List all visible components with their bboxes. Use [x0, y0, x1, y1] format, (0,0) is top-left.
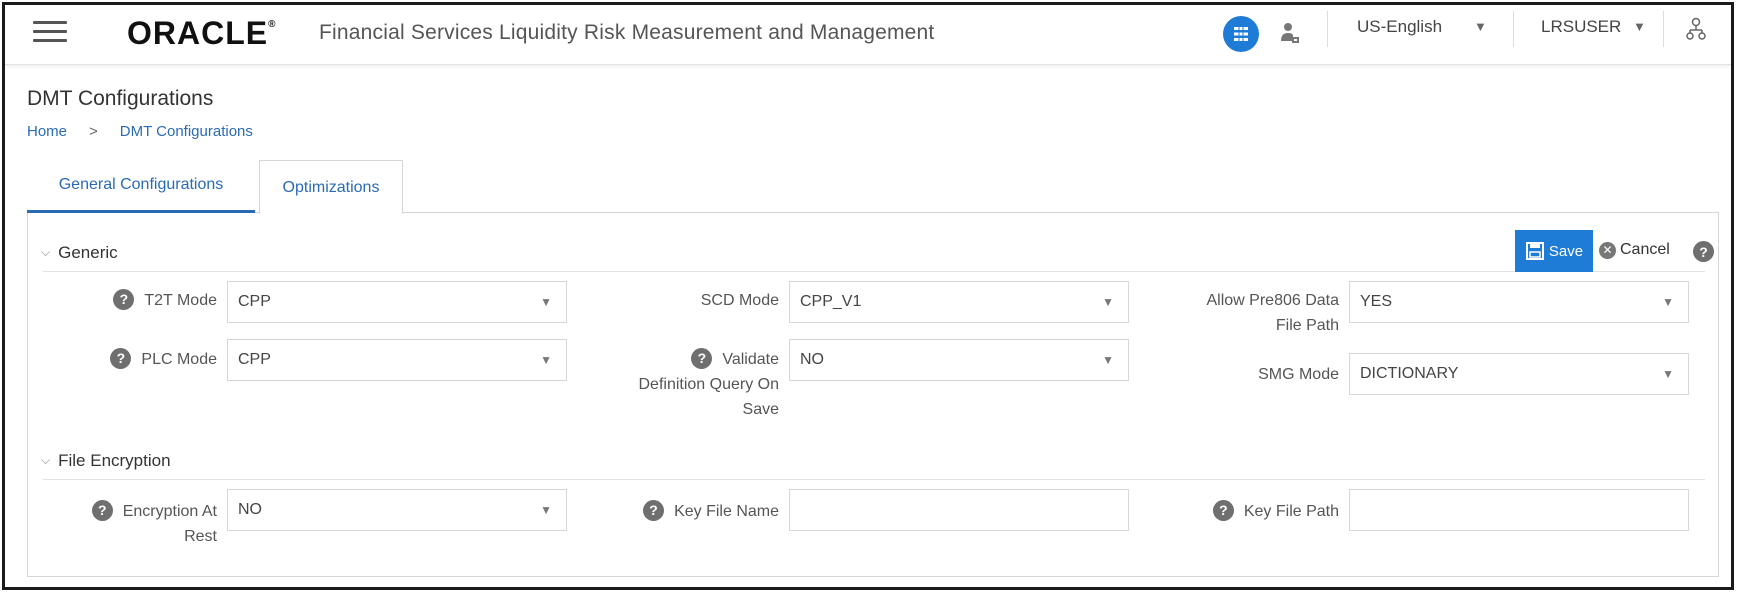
- help-icon[interactable]: ?: [1212, 500, 1234, 522]
- header-separator: [1513, 11, 1514, 47]
- smg-mode-label: SMG Mode: [1258, 366, 1339, 383]
- caret-down-icon: ▼: [1662, 367, 1674, 381]
- user-admin-icon[interactable]: [1279, 21, 1301, 47]
- cancel-icon: ✕: [1599, 241, 1616, 259]
- key-file-path-input[interactable]: [1349, 489, 1689, 531]
- help-icon[interactable]: ?: [691, 348, 713, 370]
- section-generic-header[interactable]: ⌵ Generic: [41, 243, 118, 263]
- chevron-down-icon[interactable]: ⌵: [41, 245, 50, 259]
- page-title: DMT Configurations: [27, 87, 214, 110]
- validate-query-label: ? Validate Definition Query On Save: [638, 348, 779, 418]
- validate-query-select[interactable]: NO ▼: [789, 339, 1129, 381]
- hamburger-menu-icon[interactable]: [33, 21, 67, 45]
- t2t-mode-label: ? T2T Mode: [65, 288, 217, 313]
- encryption-at-rest-label: ? Encryption At Rest: [45, 499, 217, 549]
- caret-down-icon: ▼: [1102, 295, 1114, 309]
- key-file-name-input[interactable]: [789, 489, 1129, 531]
- header-separator: [1327, 11, 1328, 47]
- key-file-name-label: ? Key File Name: [605, 499, 779, 524]
- plc-mode-select[interactable]: CPP ▼: [227, 339, 567, 381]
- hierarchy-icon[interactable]: [1685, 17, 1707, 41]
- page-help-button[interactable]: ?: [1693, 241, 1714, 262]
- help-icon[interactable]: ?: [91, 500, 113, 522]
- app-title: Financial Services Liquidity Risk Measur…: [319, 21, 935, 44]
- chevron-down-icon[interactable]: ⌵: [41, 453, 50, 467]
- help-icon[interactable]: ?: [643, 500, 665, 522]
- breadcrumb: Home > DMT Configurations: [27, 123, 253, 140]
- help-icon[interactable]: ?: [113, 289, 135, 311]
- grid-icon: [1234, 27, 1248, 41]
- smg-mode-select[interactable]: DICTIONARY ▼: [1349, 353, 1689, 395]
- save-button[interactable]: Save: [1515, 230, 1593, 272]
- caret-down-icon: ▼: [1662, 295, 1674, 309]
- applications-grid-button[interactable]: [1223, 16, 1259, 52]
- allow-pre806-label: Allow Pre806 Data File Path: [1206, 292, 1339, 334]
- allow-pre806-select[interactable]: YES ▼: [1349, 281, 1689, 323]
- language-caret-icon[interactable]: ▼: [1474, 19, 1487, 34]
- language-selector[interactable]: US-English: [1357, 17, 1442, 37]
- plc-mode-label: ? PLC Mode: [65, 347, 217, 372]
- tab-optimizations[interactable]: Optimizations: [259, 160, 403, 214]
- scd-mode-select[interactable]: CPP_V1 ▼: [789, 281, 1129, 323]
- encryption-at-rest-select[interactable]: NO ▼: [227, 489, 567, 531]
- top-header: ORACLE® Financial Services Liquidity Ris…: [5, 5, 1731, 65]
- key-file-path-label: ? Key File Path: [1135, 499, 1339, 524]
- breadcrumb-home-link[interactable]: Home: [27, 123, 67, 140]
- app-window: ORACLE® Financial Services Liquidity Ris…: [2, 2, 1734, 590]
- cancel-button[interactable]: ✕ Cancel: [1599, 241, 1670, 259]
- floppy-disk-icon: [1525, 242, 1544, 260]
- caret-down-icon: ▼: [540, 295, 552, 309]
- user-caret-icon[interactable]: ▼: [1633, 19, 1646, 34]
- caret-down-icon: ▼: [540, 503, 552, 517]
- t2t-mode-select[interactable]: CPP ▼: [227, 281, 567, 323]
- breadcrumb-separator: >: [89, 123, 98, 140]
- oracle-logo: ORACLE®: [127, 15, 277, 51]
- cancel-label: Cancel: [1620, 241, 1670, 258]
- section-divider: [43, 479, 1705, 480]
- help-icon[interactable]: ?: [110, 348, 132, 370]
- user-menu[interactable]: LRSUSER: [1541, 17, 1621, 37]
- scd-mode-label: SCD Mode: [700, 292, 779, 309]
- caret-down-icon: ▼: [540, 353, 552, 367]
- breadcrumb-current[interactable]: DMT Configurations: [120, 123, 253, 140]
- header-separator: [1663, 11, 1664, 47]
- section-file-encryption-header[interactable]: ⌵ File Encryption: [41, 451, 171, 471]
- help-icon: ?: [1693, 241, 1714, 262]
- caret-down-icon: ▼: [1102, 353, 1114, 367]
- section-divider: [43, 271, 1705, 272]
- tab-bar: General Configurations Optimizations: [27, 160, 1719, 214]
- tab-general-configurations[interactable]: General Configurations: [27, 160, 255, 213]
- save-label: Save: [1548, 242, 1584, 260]
